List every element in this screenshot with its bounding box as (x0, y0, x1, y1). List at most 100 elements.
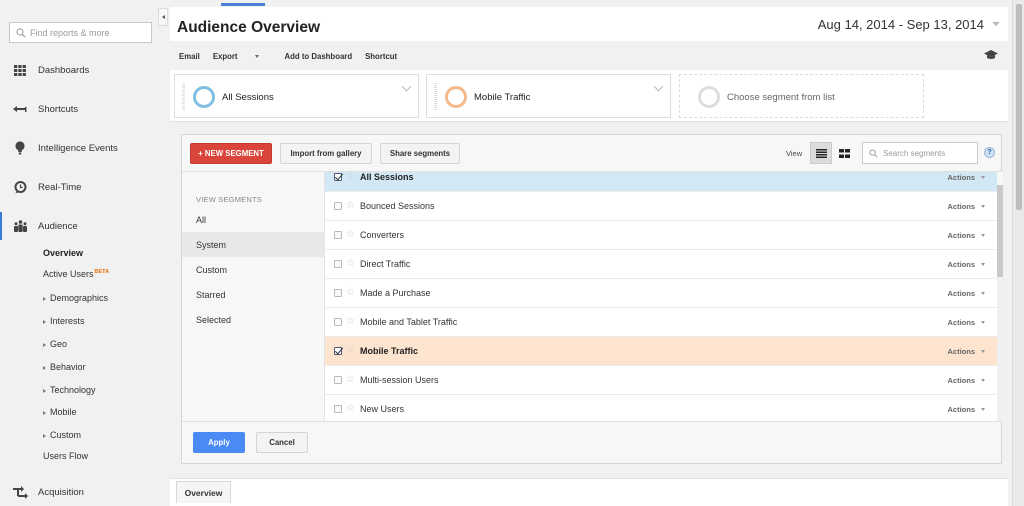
segment-card-mobile-traffic[interactable]: Mobile Traffic (426, 74, 671, 118)
segment-row[interactable]: ☆ Bounced Sessions Actions (325, 192, 997, 221)
sidebar-item-real-time[interactable]: Real-Time (0, 177, 158, 197)
add-to-dashboard-button[interactable]: Add to Dashboard (285, 52, 353, 61)
page-scrollbar[interactable] (1012, 0, 1024, 506)
sidebar-item-shortcuts[interactable]: Shortcuts (0, 99, 158, 119)
grid-view-toggle[interactable] (833, 142, 855, 164)
category-selected[interactable]: Selected (182, 307, 325, 332)
segment-checkbox[interactable] (334, 347, 342, 355)
cancel-button[interactable]: Cancel (256, 432, 308, 453)
sidebar-subitem-demographics[interactable]: Demographics (43, 293, 108, 303)
star-icon[interactable]: ☆ (346, 317, 355, 327)
sidebar-subitem-behavior[interactable]: Behavior (43, 362, 86, 372)
search-segments-placeholder: Search segments (883, 148, 946, 158)
chevron-down-icon[interactable] (401, 81, 412, 92)
segment-row[interactable]: ☆ Mobile and Tablet Traffic Actions (325, 308, 997, 337)
new-segment-button[interactable]: + NEW SEGMENT (190, 143, 272, 164)
segment-card-empty[interactable]: Choose segment from list (679, 74, 924, 118)
sidebar-item-audience[interactable]: Audience (0, 212, 158, 240)
export-button[interactable]: Export (213, 52, 272, 61)
apply-button[interactable]: Apply (193, 432, 245, 453)
segment-color-ring (445, 86, 467, 108)
drag-handle[interactable] (434, 83, 437, 111)
actions-label: Actions (947, 404, 975, 414)
segment-checkbox[interactable] (334, 260, 342, 268)
actions-dropdown[interactable]: Actions (947, 289, 985, 298)
segment-row[interactable]: ☆ Made a Purchase Actions (325, 279, 997, 308)
actions-dropdown[interactable]: Actions (947, 376, 985, 385)
star-icon[interactable]: ☆ (346, 346, 355, 356)
actions-dropdown[interactable]: Actions (947, 405, 985, 414)
sidebar-subitem-overview[interactable]: Overview (43, 248, 83, 258)
actions-dropdown[interactable]: Actions (947, 202, 985, 211)
actions-dropdown[interactable]: Actions (947, 173, 985, 182)
segment-row[interactable]: ☆ Direct Traffic Actions (325, 250, 997, 279)
subitem-label: Interests (50, 316, 85, 326)
chevron-down-icon (981, 378, 985, 382)
star-icon[interactable]: ☆ (346, 259, 355, 269)
actions-label: Actions (947, 230, 975, 240)
star-icon[interactable]: ☆ (346, 404, 355, 414)
actions-dropdown[interactable]: Actions (947, 347, 985, 356)
sidebar-subitem-interests[interactable]: Interests (43, 316, 85, 326)
actions-dropdown[interactable]: Actions (947, 260, 985, 269)
chevron-down-icon[interactable] (653, 81, 664, 92)
chevron-down-icon (981, 175, 985, 179)
segment-list-scrollbar[interactable] (997, 185, 1003, 421)
segment-checkbox[interactable] (334, 289, 342, 297)
sidebar-subitem-users-flow[interactable]: Users Flow (43, 451, 88, 461)
collapse-sidebar-button[interactable] (158, 8, 168, 26)
segment-checkbox[interactable] (334, 202, 342, 210)
category-starred[interactable]: Starred (182, 282, 325, 307)
date-range-picker[interactable]: Aug 14, 2014 - Sep 13, 2014 (811, 12, 1004, 36)
segment-checkbox[interactable] (334, 405, 342, 413)
segment-checkbox[interactable] (334, 173, 342, 181)
category-system[interactable]: System (182, 232, 325, 257)
category-all[interactable]: All (182, 207, 325, 232)
segment-checkbox[interactable] (334, 318, 342, 326)
sidebar-subitem-geo[interactable]: Geo (43, 339, 67, 349)
scrollbar-thumb[interactable] (997, 185, 1003, 277)
segment-row[interactable]: ☆ All Sessions Actions (325, 172, 997, 192)
category-custom[interactable]: Custom (182, 257, 325, 282)
sidebar-subitem-mobile[interactable]: Mobile (43, 407, 77, 417)
sidebar-subitem-custom[interactable]: Custom (43, 430, 81, 440)
star-icon[interactable]: ☆ (346, 172, 355, 182)
star-icon[interactable]: ☆ (346, 375, 355, 385)
segment-row[interactable]: ☆ Mobile Traffic Actions (325, 337, 997, 366)
graduation-cap-icon[interactable] (984, 50, 998, 60)
star-icon[interactable]: ☆ (346, 201, 355, 211)
sidebar-label: Acquisition (38, 486, 84, 498)
share-segments-button[interactable]: Share segments (380, 143, 460, 164)
segment-card-all-sessions[interactable]: All Sessions (174, 74, 419, 118)
email-button[interactable]: Email (179, 52, 200, 61)
segment-row[interactable]: ☆ New Users Actions (325, 395, 997, 421)
segment-checkbox[interactable] (334, 231, 342, 239)
segment-checkbox[interactable] (334, 376, 342, 384)
tab-overview[interactable]: Overview (176, 481, 231, 503)
segment-categories: VIEW SEGMENTS All System Custom Starred … (182, 172, 325, 421)
shortcut-button[interactable]: Shortcut (365, 52, 397, 61)
sidebar-item-dashboards[interactable]: Dashboards (0, 60, 158, 80)
segment-row[interactable]: ☆ Converters Actions (325, 221, 997, 250)
segment-row[interactable]: ☆ Multi-session Users Actions (325, 366, 997, 395)
sidebar-item-intelligence-events[interactable]: Intelligence Events (0, 138, 158, 158)
find-reports-input[interactable]: Find reports & more (9, 22, 152, 43)
segment-color-ring (698, 86, 720, 108)
star-icon[interactable]: ☆ (346, 230, 355, 240)
subitem-label: Overview (43, 248, 84, 258)
segment-rows: ☆ All Sessions Actions ☆ Bounced Session… (325, 172, 997, 421)
list-view-toggle[interactable] (810, 142, 832, 164)
search-segments-input[interactable]: Search segments (862, 142, 978, 164)
import-from-gallery-button[interactable]: Import from gallery (280, 143, 372, 164)
actions-dropdown[interactable]: Actions (947, 318, 985, 327)
sidebar-item-acquisition[interactable]: Acquisition (0, 482, 158, 502)
segment-bar: All Sessions Mobile Traffic Choose segme… (170, 70, 1008, 122)
sidebar-subitem-technology[interactable]: Technology (43, 385, 96, 395)
scrollbar-thumb[interactable] (1016, 4, 1022, 210)
report-tabs: Overview (170, 478, 1008, 506)
drag-handle[interactable] (182, 83, 185, 111)
star-icon[interactable]: ☆ (346, 288, 355, 298)
sidebar-subitem-active-users[interactable]: Active UsersBETA (43, 269, 109, 279)
actions-dropdown[interactable]: Actions (947, 231, 985, 240)
help-icon[interactable]: ? (984, 147, 995, 158)
